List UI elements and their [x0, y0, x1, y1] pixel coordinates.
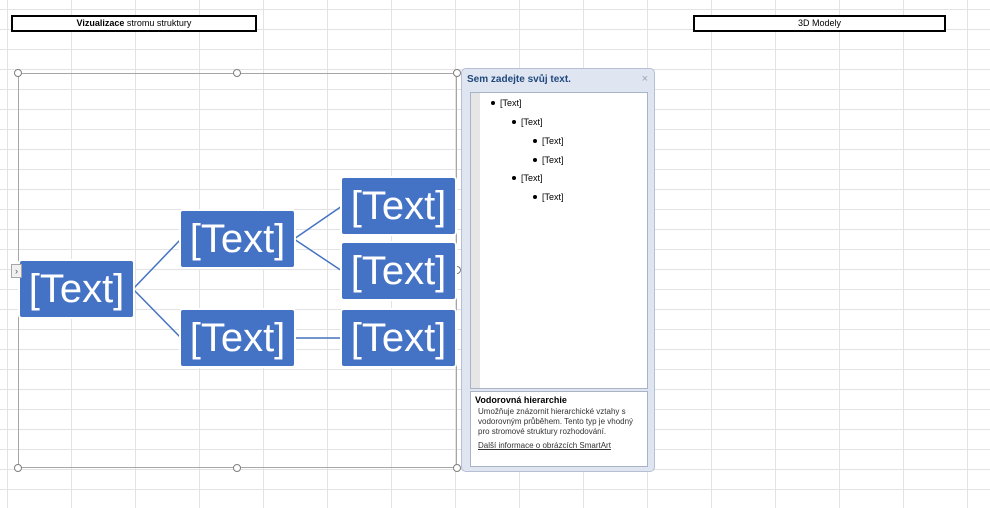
bullet-level3[interactable]: [Text] — [533, 192, 564, 202]
layout-description-text: Umožňuje znázornit hierarchické vztahy s… — [478, 407, 634, 436]
bullet-text: [Text] — [542, 136, 564, 146]
bullet-dot — [491, 100, 495, 105]
title-left-bold: Vizualizace — [76, 18, 125, 28]
editor-gutter — [471, 93, 480, 388]
bullet-dot — [512, 175, 516, 180]
bullet-text: [Text] — [542, 192, 564, 202]
sheet-title-right-cell[interactable]: 3D Modely — [693, 15, 946, 32]
node-level3-b1[interactable]: [Text] — [340, 308, 457, 368]
text-pane-title: Sem zadejte svůj text. — [467, 74, 571, 85]
node-level2-a[interactable]: [Text] — [179, 209, 296, 269]
layout-name: Vodorovná hierarchie — [475, 395, 567, 405]
node-level3-a1[interactable]: [Text] — [340, 176, 457, 236]
resize-handle-bottom[interactable] — [233, 464, 241, 472]
node-root[interactable]: [Text] — [18, 259, 135, 319]
bullet-text: [Text] — [521, 117, 543, 127]
bullet-dot — [533, 194, 537, 199]
bullet-dot — [533, 138, 537, 143]
node-level3-a2[interactable]: [Text] — [340, 241, 457, 301]
bullet-dot — [533, 157, 537, 162]
title-left-rest: stromu struktury — [124, 18, 192, 28]
bullet-dot — [512, 119, 516, 124]
resize-handle-top-right[interactable] — [453, 69, 461, 77]
bullet-level3[interactable]: [Text] — [533, 136, 564, 146]
close-icon[interactable]: × — [642, 73, 648, 85]
resize-handle-top[interactable] — [233, 69, 241, 77]
bullet-text: [Text] — [542, 155, 564, 165]
chevron-right-icon[interactable]: › — [11, 264, 22, 278]
node-level2-b[interactable]: [Text] — [179, 308, 296, 368]
sheet-title-left-cell[interactable]: Vizualizace stromu struktury — [11, 15, 257, 32]
resize-handle-bottom-right[interactable] — [453, 464, 461, 472]
bullet-text: [Text] — [521, 173, 543, 183]
resize-handle-top-left[interactable] — [14, 69, 22, 77]
resize-handle-bottom-left[interactable] — [14, 464, 22, 472]
more-info-link[interactable]: Další informace o obrázcích SmartArt — [478, 441, 643, 450]
bullet-level2[interactable]: [Text] — [512, 173, 543, 183]
layout-description: Vodorovná hierarchie Umožňuje znázornit … — [470, 391, 648, 467]
bullet-level3[interactable]: [Text] — [533, 155, 564, 165]
smartart-text-pane: Sem zadejte svůj text. × [Text] [Text] [… — [461, 68, 655, 472]
bullet-level1[interactable]: [Text] — [491, 98, 522, 108]
bullet-text: [Text] — [500, 98, 522, 108]
bullet-level2[interactable]: [Text] — [512, 117, 543, 127]
text-pane-editor[interactable]: [Text] [Text] [Text] [Text] [Text] [Text… — [470, 92, 648, 389]
